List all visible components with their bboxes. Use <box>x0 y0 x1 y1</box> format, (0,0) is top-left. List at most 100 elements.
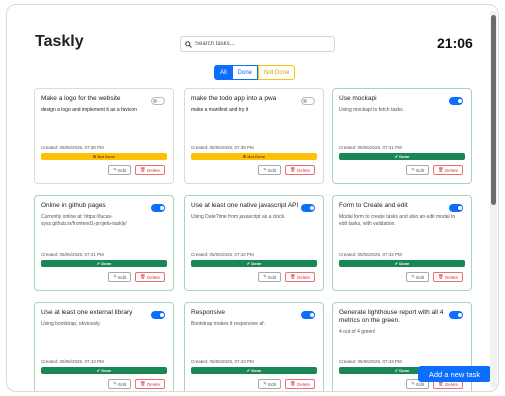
task-created-date: Created: 05/06/2025, 07:41 PM <box>339 145 402 150</box>
task-title: Use mockapi <box>339 95 377 102</box>
trash-icon: 🗑 <box>290 381 296 386</box>
delete-button[interactable]: 🗑 Delete <box>433 165 463 175</box>
task-title: Online in github pages <box>41 202 106 209</box>
done-toggle-switch[interactable] <box>301 97 315 105</box>
task-status-label: Done <box>251 261 262 266</box>
task-status-badge: ✖ Not Done <box>41 153 167 160</box>
task-actions: ✎ Edit 🗑 Delete <box>258 379 315 389</box>
task-card: make the todo app into a pwa make a mani… <box>184 88 324 184</box>
done-toggle-switch[interactable] <box>301 204 315 212</box>
pencil-icon: ✎ <box>113 167 117 172</box>
edit-label: Edit <box>118 274 126 280</box>
edit-button[interactable]: ✎ Edit <box>108 379 131 389</box>
task-card: Use mockapi Using mockapi to fetch tasks… <box>332 88 472 184</box>
task-description: Modal form to create tasks and also an e… <box>339 214 456 227</box>
task-card: Responsive Bootstrap makes it responsive… <box>184 302 324 391</box>
task-card: Make a logo for the website design a log… <box>34 88 174 184</box>
task-description: 4 out of 4 green! <box>339 329 376 335</box>
edit-label: Edit <box>118 167 126 173</box>
task-created-date: Created: 05/06/2025, 07:38 PM <box>41 145 104 150</box>
task-card: Use at least one native javascript API U… <box>184 195 324 291</box>
task-status-label: Done <box>251 368 262 373</box>
search-box[interactable] <box>180 36 335 52</box>
edit-button[interactable]: ✎ Edit <box>406 272 429 282</box>
task-title: Responsive <box>191 309 225 316</box>
check-icon: ✔ <box>246 261 251 266</box>
pencil-icon: ✎ <box>411 274 415 279</box>
delete-button[interactable]: 🗑 Delete <box>135 379 165 389</box>
filter-all-button[interactable]: All <box>214 65 233 80</box>
done-toggle-switch[interactable] <box>151 204 165 212</box>
task-card: Use at least one external library Using … <box>34 302 174 391</box>
task-status-label: Done <box>101 261 112 266</box>
x-icon: ✖ <box>92 154 97 159</box>
check-icon: ✔ <box>394 261 399 266</box>
task-status-label: Done <box>399 154 410 159</box>
edit-label: Edit <box>416 274 424 280</box>
delete-label: Delete <box>146 167 160 173</box>
edit-label: Edit <box>118 381 126 387</box>
scrollbar-thumb[interactable] <box>491 15 496 205</box>
task-title: Generate lighthouse report with all 4 me… <box>339 309 444 324</box>
delete-label: Delete <box>296 381 310 387</box>
task-actions: ✎ Edit 🗑 Delete <box>258 165 315 175</box>
delete-label: Delete <box>296 167 310 173</box>
add-task-button[interactable]: Add a new task <box>418 366 491 382</box>
search-icon <box>185 40 192 48</box>
trash-icon: 🗑 <box>290 274 296 279</box>
delete-button[interactable]: 🗑 Delete <box>135 272 165 282</box>
task-actions: ✎ Edit 🗑 Delete <box>108 379 165 389</box>
done-toggle-switch[interactable] <box>449 311 463 319</box>
edit-button[interactable]: ✎ Edit <box>108 272 131 282</box>
delete-label: Delete <box>444 381 458 387</box>
task-created-date: Created: 05/06/2025, 07:42 PM <box>339 252 402 257</box>
task-title: Form to Create and edit <box>339 202 408 209</box>
task-card: Form to Create and edit Modal form to cr… <box>332 195 472 291</box>
task-status-badge: ✔ Done <box>339 260 465 267</box>
done-toggle-switch[interactable] <box>301 311 315 319</box>
check-icon: ✔ <box>394 368 399 373</box>
task-created-date: Created: 05/06/2025, 07:43 PM <box>41 359 104 364</box>
task-title: Use at least one native javascript API <box>191 202 299 209</box>
task-status-label: Not Done <box>97 154 116 159</box>
delete-button[interactable]: 🗑 Delete <box>285 165 315 175</box>
edit-label: Edit <box>416 381 424 387</box>
search-input[interactable] <box>195 41 325 47</box>
filter-done-button[interactable]: Done <box>232 65 259 80</box>
edit-button[interactable]: ✎ Edit <box>258 165 281 175</box>
edit-button[interactable]: ✎ Edit <box>108 165 131 175</box>
task-actions: ✎ Edit 🗑 Delete <box>406 272 463 282</box>
done-toggle-switch[interactable] <box>151 311 165 319</box>
task-actions: ✎ Edit 🗑 Delete <box>108 272 165 282</box>
edit-label: Edit <box>268 381 276 387</box>
task-status-label: Not Done <box>247 154 266 159</box>
task-status-label: Done <box>399 368 410 373</box>
done-toggle-switch[interactable] <box>151 97 165 105</box>
edit-button[interactable]: ✎ Edit <box>406 165 429 175</box>
app-title: Taskly <box>35 33 84 50</box>
delete-button[interactable]: 🗑 Delete <box>285 379 315 389</box>
delete-button[interactable]: 🗑 Delete <box>285 272 315 282</box>
trash-icon: 🗑 <box>290 167 296 172</box>
delete-button[interactable]: 🗑 Delete <box>433 272 463 282</box>
trash-icon: 🗑 <box>438 167 444 172</box>
done-toggle-switch[interactable] <box>449 97 463 105</box>
task-description: Currently online at: https://lucas-syss.… <box>41 214 127 227</box>
delete-label: Delete <box>444 167 458 173</box>
task-status-label: Done <box>399 261 410 266</box>
pencil-icon: ✎ <box>113 381 117 386</box>
task-actions: ✎ Edit 🗑 Delete <box>406 165 463 175</box>
task-status-badge: ✔ Done <box>41 367 167 374</box>
filter-group: All Done Not Done <box>214 65 296 80</box>
edit-label: Edit <box>416 167 424 173</box>
pencil-icon: ✎ <box>113 274 117 279</box>
task-status-badge: ✔ Done <box>339 153 465 160</box>
edit-button[interactable]: ✎ Edit <box>258 379 281 389</box>
edit-button[interactable]: ✎ Edit <box>258 272 281 282</box>
delete-button[interactable]: 🗑 Delete <box>135 165 165 175</box>
pencil-icon: ✎ <box>263 167 267 172</box>
filter-not-done-button[interactable]: Not Done <box>258 65 296 80</box>
task-status-label: Done <box>101 368 112 373</box>
done-toggle-switch[interactable] <box>449 204 463 212</box>
check-icon: ✔ <box>394 154 399 159</box>
